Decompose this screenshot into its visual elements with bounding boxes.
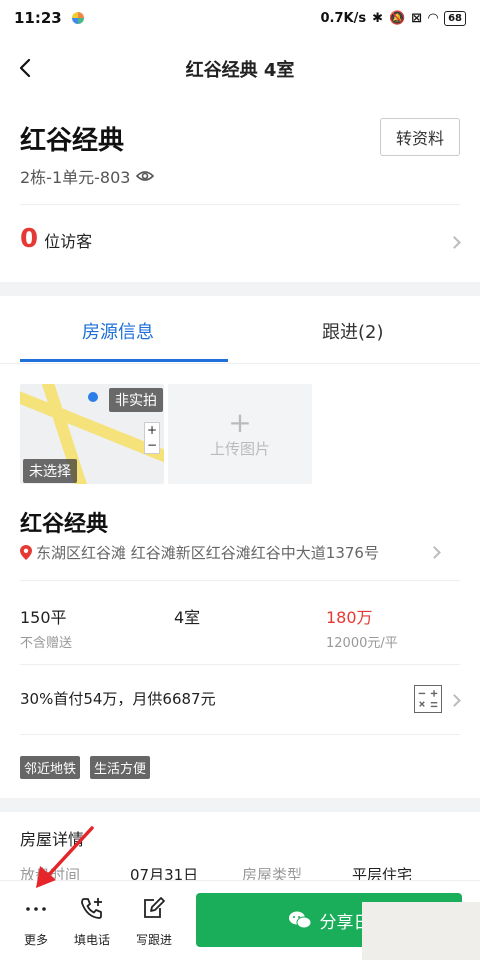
house-unit: 2栋-1单元-803: [20, 164, 155, 188]
visitor-count: 0: [20, 224, 39, 254]
battery-icon: 68: [444, 10, 466, 26]
divider: [20, 734, 460, 735]
chevron-right-icon: [448, 694, 461, 707]
chevron-right-icon: [448, 236, 461, 249]
house-name: 红谷经典: [20, 126, 125, 156]
divider: [20, 204, 460, 205]
price-stat: 180万 12000元/平: [326, 604, 398, 651]
wifi-icon: ◠: [428, 10, 439, 26]
area-stat: 150平 不含赠送: [20, 604, 72, 651]
top-nav: 红谷经典 4室: [0, 44, 480, 94]
upload-label: 上传图片: [209, 439, 270, 458]
annotation-arrow-icon: [36, 826, 94, 888]
app-notification-icon: [71, 12, 84, 24]
wechat-icon: [288, 911, 311, 929]
add-phone-button[interactable]: 填电话: [67, 895, 117, 948]
real-shot-tag: 非实拍: [109, 388, 163, 412]
edit-note-icon: [144, 897, 165, 918]
phone-add-icon: [81, 898, 102, 919]
chevron-right-icon: [428, 546, 441, 559]
more-button[interactable]: 更多: [11, 895, 61, 948]
more-label: 更多: [23, 933, 48, 947]
unit-price: 12000元/平: [326, 636, 398, 651]
network-speed: 0.7K/s: [320, 10, 367, 26]
visitor-count-row[interactable]: 0 位访客: [20, 224, 92, 254]
transfer-data-button[interactable]: 转资料: [380, 118, 460, 156]
blurred-region: [362, 902, 480, 960]
status-bar: 11:23 0.7K/s ✱ 🔕 ⊠ ◠ 68: [0, 0, 480, 36]
address-text: 东湖区红谷滩 红谷滩新区红谷滩红谷中大道1376号: [36, 544, 379, 562]
write-followup-label: 写跟进: [135, 933, 172, 947]
divider: [20, 580, 460, 581]
area-note: 不含赠送: [20, 636, 73, 651]
map-pin-icon: [88, 392, 98, 402]
sim-off-icon: ⊠: [411, 10, 423, 26]
upload-image-button[interactable]: + 上传图片: [168, 384, 312, 484]
rooms-value: 4室: [174, 608, 201, 627]
rooms-stat: 4室: [174, 604, 200, 628]
price-value: 180万: [326, 608, 373, 627]
status-time: 11:23: [14, 9, 62, 27]
calculator-icon[interactable]: [414, 685, 442, 713]
area-value: 150平: [20, 608, 67, 627]
not-selected-tag[interactable]: 未选择: [23, 459, 77, 483]
bluetooth-icon: ✱: [372, 10, 383, 26]
eye-icon[interactable]: [136, 169, 155, 183]
tab-active-indicator: [20, 359, 228, 362]
divider: [20, 664, 460, 665]
tab-bar: 房源信息 跟进(2): [0, 296, 480, 364]
unit-text: 2栋-1单元-803: [20, 168, 131, 187]
address-row[interactable]: 东湖区红谷滩 红谷滩新区红谷滩红谷中大道1376号: [20, 542, 379, 563]
feature-tag: 邻近地铁: [20, 756, 81, 779]
section-gap: [0, 282, 480, 296]
page-title: 红谷经典 4室: [185, 60, 295, 81]
location-pin-icon: [20, 545, 32, 560]
back-icon[interactable]: [14, 56, 38, 80]
tab-follow-up[interactable]: 跟进(2): [322, 318, 384, 344]
visitor-label: 位访客: [44, 232, 93, 251]
more-dots-icon: [26, 907, 46, 911]
tab-listing-info[interactable]: 房源信息: [82, 318, 154, 344]
mute-icon: 🔕: [388, 10, 406, 26]
listing-name: 红谷经典: [20, 512, 109, 537]
feature-tag: 生活方便: [90, 756, 151, 779]
section-gap: [0, 798, 480, 812]
write-followup-button[interactable]: 写跟进: [129, 895, 179, 948]
map-zoom-icon: + −: [144, 422, 160, 454]
status-indicators: 0.7K/s ✱ 🔕 ⊠ ◠ 68: [320, 10, 466, 26]
add-phone-label: 填电话: [73, 933, 110, 947]
plus-icon: +: [228, 405, 252, 439]
payment-summary[interactable]: 30%首付54万，月供6687元: [20, 688, 216, 709]
